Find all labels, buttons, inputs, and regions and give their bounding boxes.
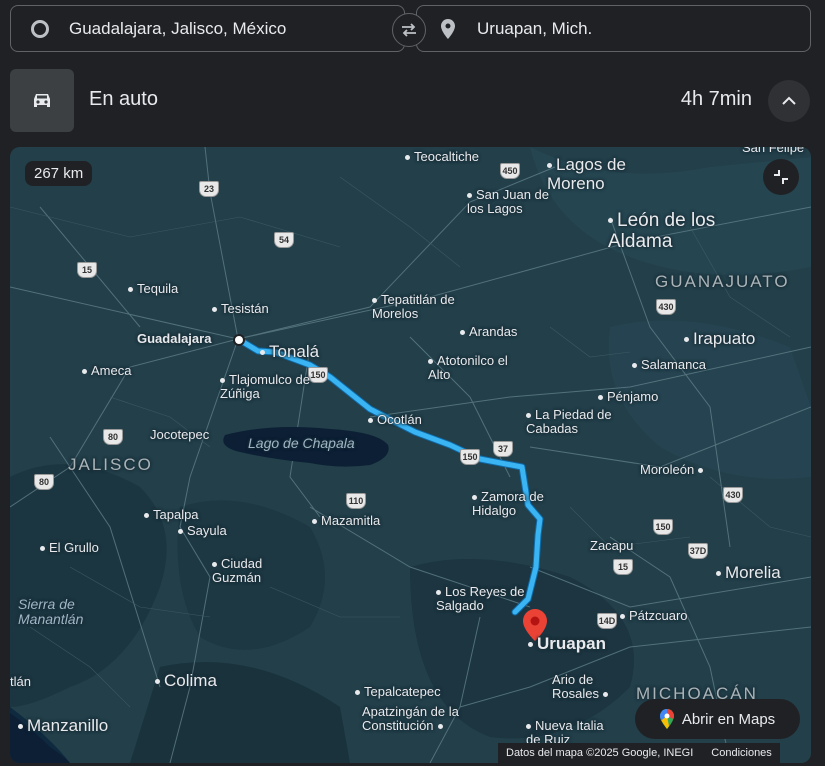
place-label: Morelia — [716, 563, 781, 583]
place-label: tlán — [10, 674, 31, 689]
place-label: Tequila — [128, 281, 178, 296]
exit-fullscreen-button[interactable] — [763, 159, 799, 195]
water-label: Lago de Chapala — [248, 435, 355, 451]
destination-field[interactable]: Uruapan, Mich. — [416, 5, 811, 52]
highway-shield: 150 — [460, 449, 480, 465]
region-label: GUANAJUATO — [655, 272, 790, 291]
place-label: Zacapu — [590, 538, 634, 553]
origin-marker[interactable] — [232, 333, 246, 347]
place-label: Tonalá — [260, 342, 319, 362]
place-label: Tepalcatepec — [355, 684, 441, 699]
terms-link[interactable]: Condiciones — [711, 747, 772, 759]
place-label: Apatzingán de la Constitución — [362, 704, 459, 734]
place-label: El Grullo — [40, 540, 99, 555]
place-label: León de los Aldama — [608, 210, 716, 252]
place-label: Tesistán — [212, 301, 269, 316]
highway-shield: 54 — [274, 232, 294, 248]
swap-directions-button[interactable] — [392, 13, 426, 47]
highway-shield: 430 — [656, 299, 676, 315]
place-label: Moroleón — [640, 462, 707, 477]
place-label: Manzanillo — [18, 716, 108, 736]
place-label: Arandas — [460, 324, 517, 339]
location-pin-icon — [441, 18, 455, 39]
highway-shield: 15 — [77, 262, 97, 278]
google-maps-pin-icon — [659, 709, 674, 729]
highway-shield: 37 — [493, 441, 513, 457]
highway-shield: 23 — [199, 181, 219, 197]
highway-shield: 430 — [723, 487, 743, 503]
highway-shield: 150 — [653, 519, 673, 535]
place-label: San Felipe — [742, 147, 805, 155]
place-label: Ameca — [82, 363, 131, 378]
highway-shield: 14D — [597, 613, 617, 629]
destination-label: Uruapan — [528, 634, 606, 654]
place-label: Zamora de Hidalgo — [472, 489, 544, 519]
car-icon — [34, 93, 50, 107]
collapse-button[interactable] — [768, 80, 810, 122]
place-label: Teocaltiche — [405, 149, 479, 164]
highway-shield: 80 — [34, 474, 54, 490]
place-label: Ario de Rosales — [552, 672, 622, 702]
map-attribution: Datos del mapa ©2025 Google, INEGI — [506, 747, 694, 759]
highway-shield: 37D — [688, 543, 708, 559]
place-label: Ciudad Guzmán — [212, 556, 263, 586]
highway-shield: 80 — [103, 429, 123, 445]
swap-arrows-icon — [402, 23, 416, 37]
origin-circle-icon — [31, 19, 49, 38]
place-label: San Juan de los Lagos — [467, 187, 550, 217]
trip-duration: 4h 7min — [680, 88, 752, 110]
region-label: JALISCO — [68, 455, 153, 474]
place-label: Colima — [155, 671, 217, 691]
place-label: Ocotlán — [368, 412, 422, 427]
place-label: Guadalajara — [137, 331, 212, 346]
destination-text: Uruapan, Mich. — [477, 18, 593, 38]
place-label: Jocotepec — [150, 427, 210, 442]
origin-field[interactable]: Guadalajara, Jalisco, México — [10, 5, 405, 52]
terrain-label: Sierra de Manantlán — [18, 596, 84, 628]
place-label: Irapuato — [684, 329, 755, 349]
place-label: Atotonilco el Alto — [428, 353, 508, 383]
place-label: Tepatitlán de Morelos — [372, 292, 455, 322]
chevron-up-icon — [782, 96, 796, 105]
place-label: Salamanca — [632, 357, 706, 372]
open-in-maps-button[interactable]: Abrir en Maps — [635, 699, 800, 739]
place-label: Mazamitla — [312, 513, 380, 528]
highway-shield: 110 — [346, 493, 366, 509]
travel-mode-label: En auto — [89, 88, 158, 110]
place-label: Tlajomulco de Zúñiga — [220, 372, 310, 402]
route-map[interactable]: 23 450 54 15 430 150 80 37 150 80 110 43… — [10, 147, 811, 763]
highway-shield: 15 — [613, 559, 633, 575]
collapse-map-icon — [774, 170, 788, 184]
place-label: Tapalpa — [144, 507, 199, 522]
car-mode-button[interactable] — [10, 69, 74, 132]
distance-badge: 267 km — [25, 161, 93, 186]
place-label: Pénjamo — [598, 389, 658, 404]
place-label: Los Reyes de Salgado — [436, 584, 525, 614]
origin-text: Guadalajara, Jalisco, México — [69, 18, 287, 38]
map-attribution-bar: Datos del mapa ©2025 Google, INEGI Condi… — [498, 743, 780, 763]
highway-shield: 450 — [500, 163, 520, 179]
open-in-maps-label: Abrir en Maps — [681, 710, 776, 728]
place-label: Sayula — [178, 523, 227, 538]
place-label: Pátzcuaro — [620, 608, 688, 623]
place-label: La Piedad de Cabadas — [526, 407, 612, 437]
